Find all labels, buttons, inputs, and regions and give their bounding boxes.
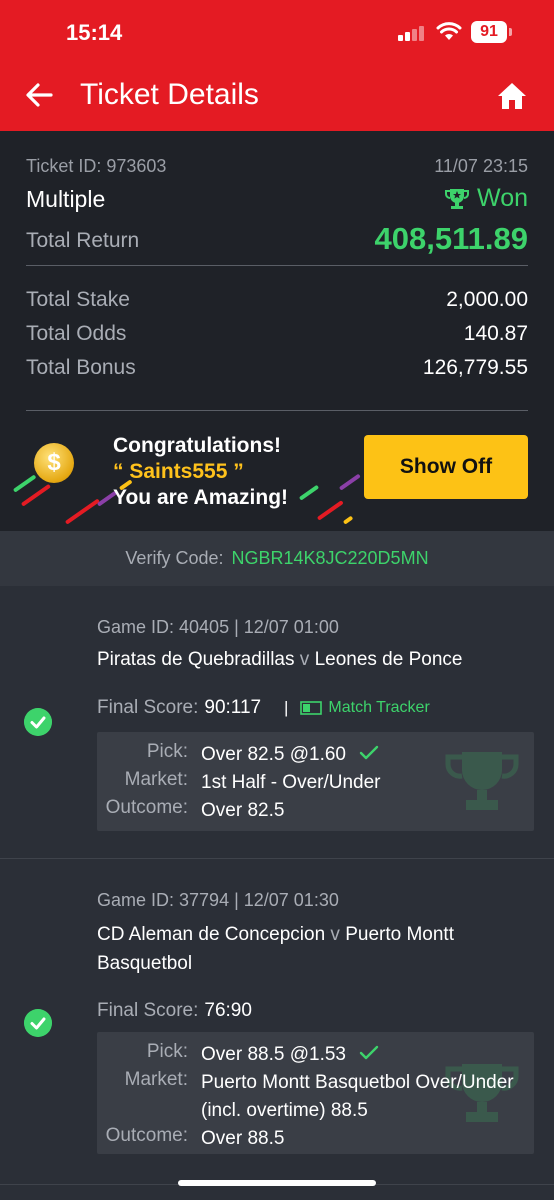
final-score: Final Score: 90:117 — [97, 697, 261, 719]
decor-streak — [338, 473, 361, 491]
cellular-signal-icon — [398, 25, 426, 41]
final-score-label: Final Score: — [97, 1000, 199, 1021]
game-id: Game ID: 40405 | 12/07 01:00 — [97, 617, 339, 637]
pick-value: Over 82.5 @1.60 — [201, 741, 531, 769]
outcome-value: Over 82.5 — [201, 800, 285, 821]
battery-indicator: 91 — [471, 21, 507, 43]
pick-value: Over 88.5 @1.53 — [201, 1041, 531, 1069]
total-stake-row: Total Stake 2,000.00 — [26, 288, 528, 312]
total-return-row: Total Return 408,511.89 — [26, 221, 528, 256]
status-text: Won — [477, 184, 528, 212]
total-odds-value: 140.87 — [463, 322, 528, 345]
market-label: Market: — [124, 769, 188, 790]
versus-label: v — [330, 924, 346, 945]
congrats-username: “ Saints555 ” — [113, 460, 244, 483]
ticket-summary: Ticket ID: 973603 11/07 23:15 Multiple W… — [0, 131, 554, 531]
decor-streak — [298, 484, 320, 501]
outcome-value: Over 88.5 — [201, 1128, 285, 1149]
home-team: Piratas de Quebradillas — [97, 649, 295, 670]
congrats-banner: $ Congratulations! “ Saints555 ” You are… — [0, 421, 554, 531]
market-value: Puerto Montt Basquetbol Over/Under (incl… — [201, 1072, 514, 1121]
congrats-line1: Congratulations! — [113, 434, 281, 457]
checkmark-icon — [360, 745, 379, 760]
final-score-label: Final Score: — [97, 697, 199, 718]
versus-label: v — [299, 649, 315, 670]
market-label: Market: — [124, 1069, 188, 1090]
congrats-line3: You are Amazing! — [113, 486, 289, 509]
game-card: Game ID: 40405 | 12/07 01:00 Piratas de … — [0, 586, 554, 859]
congrats-text: Congratulations! “ Saints555 ” You are A… — [113, 433, 288, 511]
final-score-value: 90:117 — [204, 697, 262, 718]
total-return-value: 408,511.89 — [374, 221, 528, 256]
ticket-id: Ticket ID: 973603 — [26, 156, 167, 176]
back-arrow-icon[interactable] — [24, 80, 54, 110]
decor-streak — [12, 474, 37, 493]
verify-code[interactable]: NGBR14K8JC220D5MN — [231, 548, 428, 568]
status-badge: Won — [445, 184, 528, 213]
check-circle-icon — [24, 708, 52, 736]
game-teams: Piratas de Quebradillas v Leones de Ponc… — [97, 645, 497, 674]
checkmark-icon — [360, 1045, 379, 1060]
verify-code-bar: Verify Code: NGBR14K8JC220D5MN — [0, 531, 554, 586]
pick-box: Pick: Over 82.5 @1.60 Market: 1st Half -… — [97, 732, 534, 831]
game-id: Game ID: 37794 | 12/07 01:30 — [97, 890, 339, 910]
pick-text: Over 88.5 @1.53 — [201, 1044, 346, 1065]
tracker-icon — [300, 701, 323, 715]
match-tracker-link[interactable]: | Match Tracker — [284, 698, 430, 718]
total-odds-label: Total Odds — [26, 322, 127, 345]
game-teams: CD Aleman de Concepcion v Puerto Montt B… — [97, 920, 497, 978]
total-stake-value: 2,000.00 — [446, 288, 528, 311]
separator: | — [284, 698, 289, 717]
final-score-value: 76:90 — [204, 1000, 252, 1021]
away-team: Leones de Ponce — [314, 649, 463, 670]
divider — [26, 410, 528, 411]
home-indicator[interactable] — [178, 1180, 376, 1186]
bet-type: Multiple — [26, 186, 106, 212]
game-card: Game ID: 37794 | 12/07 01:30 CD Aleman d… — [0, 859, 554, 1185]
page-title: Ticket Details — [80, 78, 259, 111]
wifi-icon — [436, 22, 462, 40]
ticket-datetime: 11/07 23:15 — [434, 156, 528, 176]
show-off-button[interactable]: Show Off — [364, 435, 528, 499]
coin-icon: $ — [34, 443, 74, 483]
ticket-id-row: Ticket ID: 973603 11/07 23:15 — [26, 156, 528, 177]
pick-text: Over 82.5 @1.60 — [201, 744, 346, 765]
trophy-icon — [445, 188, 470, 209]
outcome-label: Outcome: — [105, 1125, 188, 1146]
pick-label: Pick: — [146, 741, 188, 762]
decor-streak — [316, 500, 344, 521]
total-stake-label: Total Stake — [26, 288, 130, 311]
check-circle-icon — [24, 1009, 52, 1037]
app-header: 15:14 91 Ticket Details — [0, 0, 554, 131]
final-score: Final Score: 76:90 — [97, 1000, 252, 1022]
total-bonus-row: Total Bonus 126,779.55 — [26, 356, 528, 380]
verify-label: Verify Code: — [125, 548, 224, 568]
status-time: 15:14 — [66, 20, 123, 45]
decor-streak — [20, 483, 51, 507]
total-odds-row: Total Odds 140.87 — [26, 322, 528, 346]
total-return-label: Total Return — [26, 229, 140, 252]
home-team: CD Aleman de Concepcion — [97, 924, 326, 945]
bet-type-row: Multiple Won — [26, 184, 528, 213]
match-tracker-label: Match Tracker — [328, 699, 430, 716]
divider — [26, 265, 528, 266]
total-bonus-label: Total Bonus — [26, 356, 136, 379]
pick-label: Pick: — [146, 1041, 188, 1062]
decor-streak — [342, 515, 354, 525]
pick-box: Pick: Over 88.5 @1.53 Market: Puerto Mon… — [97, 1032, 534, 1154]
total-bonus-value: 126,779.55 — [422, 356, 528, 379]
decor-streak — [64, 498, 100, 525]
market-value: 1st Half - Over/Under — [201, 772, 381, 793]
outcome-label: Outcome: — [105, 797, 188, 818]
home-icon[interactable] — [496, 80, 528, 112]
battery-nub — [509, 28, 512, 36]
